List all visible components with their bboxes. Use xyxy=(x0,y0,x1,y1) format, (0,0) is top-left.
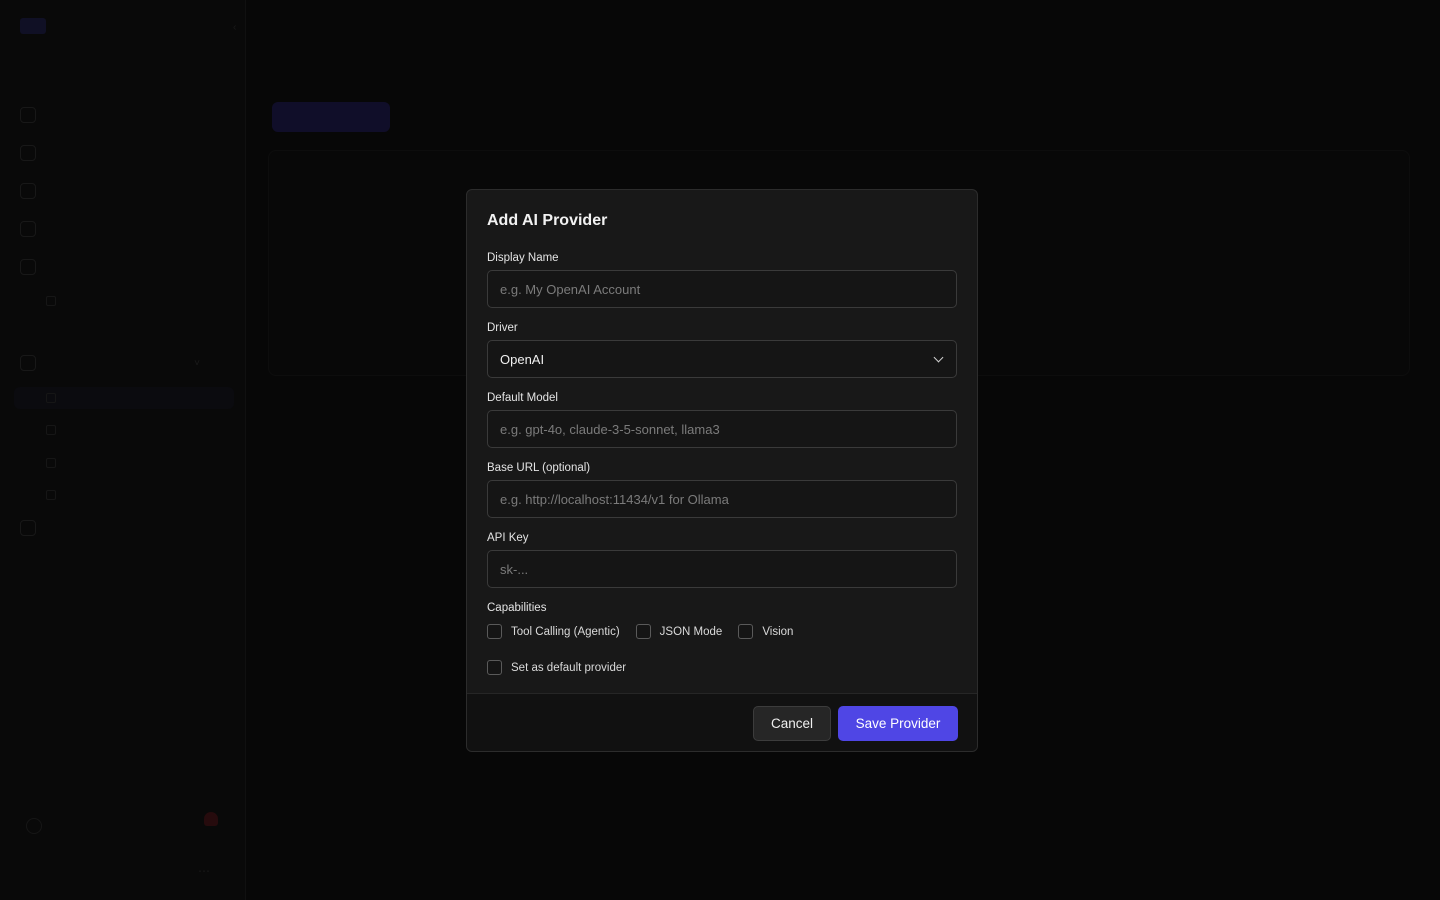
capabilities-label: Capabilities xyxy=(487,602,547,614)
save-provider-button[interactable]: Save Provider xyxy=(838,706,958,741)
dialog-title: Add AI Provider xyxy=(487,212,608,229)
api-key-label: API Key xyxy=(487,532,529,544)
api-key-input[interactable]: sk-... xyxy=(487,550,957,588)
display-name-label: Display Name xyxy=(487,252,559,264)
dialog-footer: Cancel Save Provider xyxy=(467,693,977,751)
default-provider-checkbox[interactable] xyxy=(487,660,502,675)
json-mode-label: JSON Mode xyxy=(659,625,723,638)
driver-label: Driver xyxy=(487,322,518,334)
display-name-input[interactable]: e.g. My OpenAI Account xyxy=(487,270,957,308)
base-url-label: Base URL (optional) xyxy=(487,462,591,474)
driver-selected-value: OpenAI xyxy=(500,351,545,367)
capabilities-row: Tool Calling (Agentic) JSON Mode Vision xyxy=(487,624,809,639)
capability-vision[interactable]: Vision xyxy=(738,624,793,639)
default-provider-option[interactable]: Set as default provider xyxy=(487,660,626,675)
vision-checkbox[interactable] xyxy=(738,624,754,639)
chevron-down-icon xyxy=(934,354,944,364)
default-model-label: Default Model xyxy=(487,392,558,404)
vision-label: Vision xyxy=(762,625,794,638)
capability-tool-calling[interactable]: Tool Calling (Agentic) xyxy=(487,624,620,639)
default-model-input[interactable]: e.g. gpt-4o, claude-3-5-sonnet, llama3 xyxy=(487,410,957,448)
cancel-button[interactable]: Cancel xyxy=(753,706,831,741)
tool-calling-checkbox[interactable] xyxy=(487,624,502,639)
tool-calling-label: Tool Calling (Agentic) xyxy=(511,625,620,638)
base-url-input[interactable]: e.g. http://localhost:11434/v1 for Ollam… xyxy=(487,480,957,518)
driver-select[interactable]: OpenAI xyxy=(487,340,957,378)
default-provider-label: Set as default provider xyxy=(511,661,627,674)
add-provider-dialog: Add AI Provider Display Name e.g. My Ope… xyxy=(466,189,978,752)
json-mode-checkbox[interactable] xyxy=(635,624,651,639)
capability-json-mode[interactable]: JSON Mode xyxy=(635,624,723,639)
